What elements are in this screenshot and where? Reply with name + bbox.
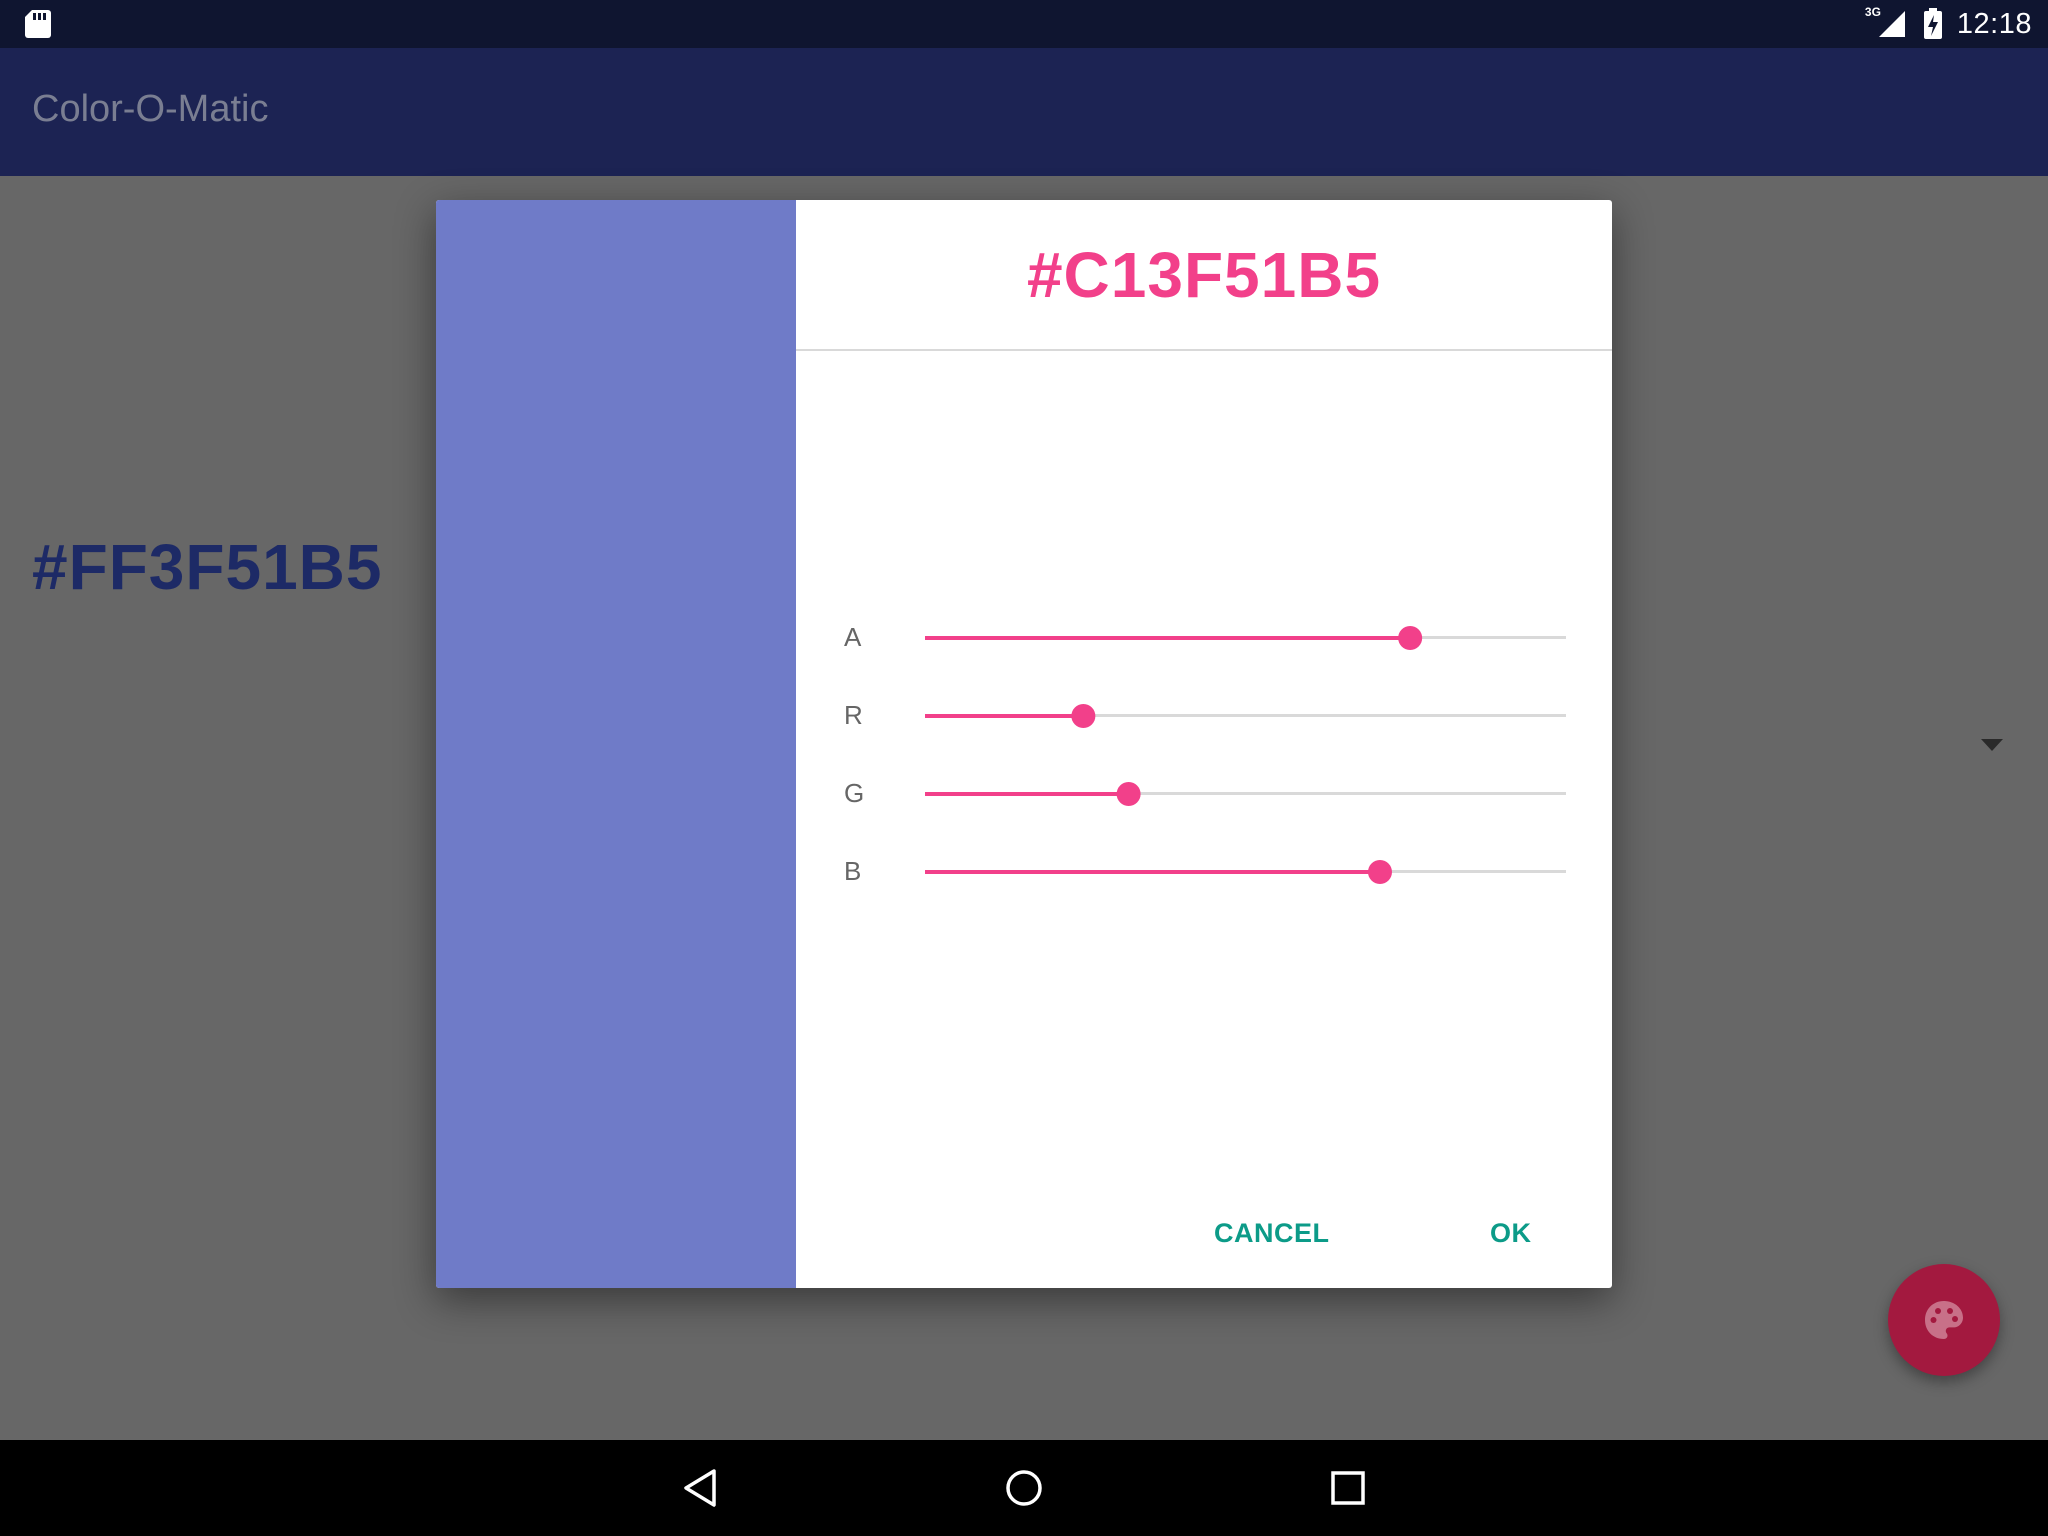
slider-row-r: R	[796, 686, 1612, 746]
status-icons: 3G 12:18	[1865, 0, 2032, 48]
network-type: 3G	[1864, 5, 1881, 19]
app-title: Color-O-Matic	[32, 88, 269, 130]
recents-icon[interactable]	[1330, 1470, 1366, 1506]
color-preview-swatch	[436, 200, 796, 1288]
palette-fab-button[interactable]	[1888, 1264, 2000, 1376]
dialog-actions: CANCEL OK	[796, 1188, 1612, 1288]
app-bar: Color-O-Matic	[0, 48, 2048, 176]
slider-b[interactable]	[796, 842, 1612, 902]
slider-thumb[interactable]	[1367, 860, 1392, 884]
battery-charging-icon	[1923, 8, 1942, 39]
slider-thumb[interactable]	[1071, 704, 1096, 728]
signal-indicator: 3G	[1865, 5, 1909, 41]
dialog-title-hex: #C13F51B5	[796, 200, 1612, 351]
status-bar: 3G 12:18	[0, 0, 2048, 48]
slider-fill	[925, 636, 1411, 640]
slider-g[interactable]	[796, 764, 1612, 824]
slider-fill	[925, 792, 1129, 796]
navigation-bar	[0, 1440, 2048, 1536]
ok-button[interactable]: OK	[1480, 1210, 1542, 1257]
slider-fill	[925, 714, 1084, 718]
cancel-button[interactable]: CANCEL	[1204, 1210, 1340, 1257]
slider-row-b: B	[796, 842, 1612, 902]
home-icon[interactable]	[1004, 1468, 1044, 1508]
color-picker-dialog: #C13F51B5 ARGB CANCEL OK	[436, 200, 1612, 1288]
palette-icon	[1925, 1301, 1963, 1339]
dropdown-arrow-icon[interactable]	[1981, 739, 2003, 751]
current-color-value: #FF3F51B5	[32, 531, 383, 603]
slider-row-a: A	[796, 608, 1612, 668]
slider-fill	[925, 870, 1380, 874]
slider-a[interactable]	[796, 608, 1612, 668]
slider-row-g: G	[796, 764, 1612, 824]
back-icon[interactable]	[682, 1468, 718, 1508]
slider-r[interactable]	[796, 686, 1612, 746]
slider-thumb[interactable]	[1116, 782, 1141, 806]
clock: 12:18	[1956, 7, 2032, 40]
sd-card-icon	[25, 10, 51, 38]
slider-thumb[interactable]	[1398, 626, 1423, 650]
